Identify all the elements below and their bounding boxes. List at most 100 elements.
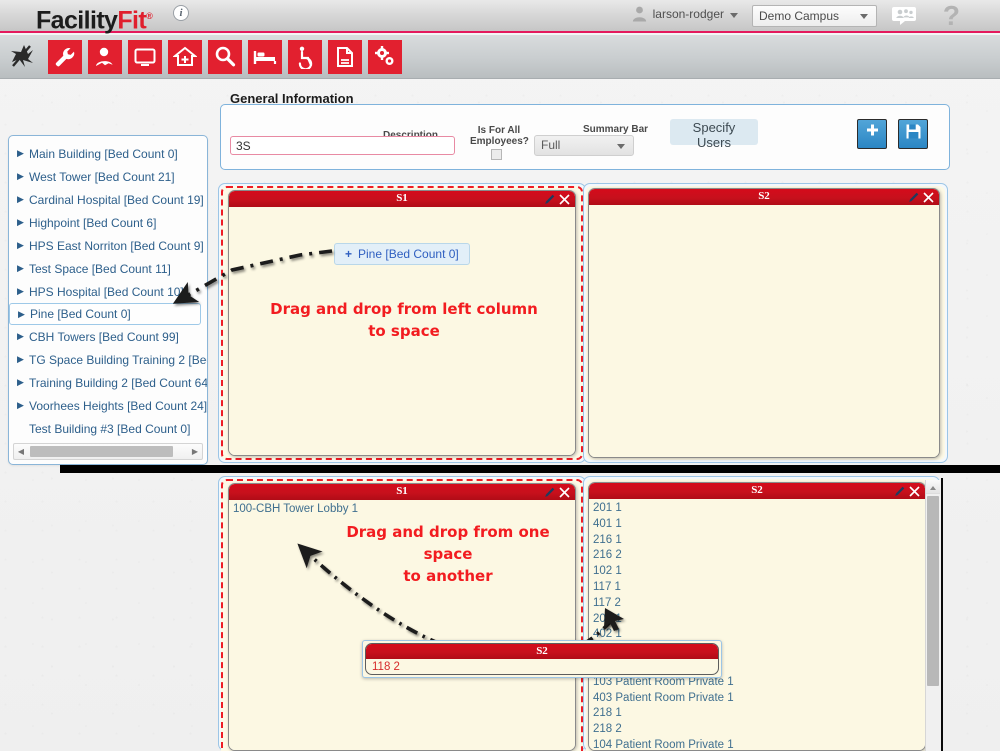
- is-for-all-employees-checkbox[interactable]: [491, 149, 502, 160]
- lower-s2-body[interactable]: 201 1 401 1 216 1 216 2 102 1 117 1 117 2 202 1…: [589, 499, 925, 750]
- campus-select[interactable]: Demo Campus: [752, 5, 877, 27]
- user-menu[interactable]: larson-rodger: [631, 5, 738, 22]
- add-button[interactable]: [857, 119, 887, 149]
- lower-s2-room-item[interactable]: 104 Patient Room Private 1: [593, 738, 925, 750]
- sidebar-item-label: Test Building #3 [Bed Count 0]: [29, 421, 191, 436]
- sidebar-item-10[interactable]: ▶ Training Building 2 [Bed Count 64]: [9, 371, 207, 394]
- expand-arrow-icon[interactable]: ▶: [17, 148, 29, 159]
- question-mark-icon[interactable]: ?: [943, 0, 960, 32]
- sidebar-item-7[interactable]: ▶ Pine [Bed Count 0]: [9, 303, 201, 325]
- expand-arrow-icon[interactable]: ▶: [17, 354, 29, 365]
- summary-bar-label: Summary Bar: [583, 124, 649, 135]
- expand-arrow-icon[interactable]: ▶: [17, 240, 29, 251]
- upper-space-card-s2: S2: [588, 188, 940, 458]
- sidebar-item-11[interactable]: ▶ Voorhees Heights [Bed Count 24]: [9, 394, 207, 417]
- dragged-tree-chip[interactable]: + Pine [Bed Count 0]: [334, 243, 470, 265]
- tree-horizontal-scrollbar[interactable]: ◀ ▶: [13, 443, 203, 460]
- main-toolbar: [0, 35, 1000, 79]
- is-for-all-employees-label: Is For All Employees?: [470, 125, 529, 147]
- bed-icon[interactable]: [248, 40, 282, 74]
- sidebar-item-2[interactable]: ▶ Cardinal Hospital [Bed Count 19]: [9, 188, 207, 211]
- upper-s2-body[interactable]: [589, 205, 939, 457]
- general-information-legend: General Information: [230, 91, 354, 106]
- sidebar-item-label: HPS East Norriton [Bed Count 9]: [29, 238, 204, 253]
- expand-arrow-icon[interactable]: ▶: [18, 309, 30, 320]
- hint-line-1: Drag and drop from left column: [270, 300, 538, 318]
- toolbar-buttons: [48, 40, 402, 74]
- lower-s1-room-item[interactable]: 100-CBH Tower Lobby 1: [233, 502, 575, 518]
- sidebar-item-label: Pine [Bed Count 0]: [30, 307, 131, 321]
- dragging-card-row: 118 2: [372, 661, 400, 673]
- dragging-space-card[interactable]: S2 118 2: [362, 640, 722, 678]
- home-plus-icon[interactable]: [168, 40, 202, 74]
- lower-s2-room-item[interactable]: 102 1: [593, 564, 925, 580]
- lower-s2-room-item[interactable]: 202 1: [593, 612, 925, 628]
- expand-arrow-icon[interactable]: ▶: [17, 194, 29, 205]
- pin-icon[interactable]: [8, 41, 36, 71]
- lower-s2-room-item[interactable]: 401 1: [593, 517, 925, 533]
- expand-arrow-icon[interactable]: ▶: [17, 217, 29, 228]
- scroll-left-arrow[interactable]: ◀: [14, 447, 28, 456]
- sidebar-item-4[interactable]: ▶ HPS East Norriton [Bed Count 9]: [9, 234, 207, 257]
- lower-s2-room-item[interactable]: 403 Patient Room Private 1: [593, 691, 925, 707]
- monitor-icon[interactable]: [128, 40, 162, 74]
- upper-s2-header: S2: [589, 189, 939, 205]
- lower-s2-room-item[interactable]: 216 1: [593, 533, 925, 549]
- upper-s2-title: S2: [758, 190, 770, 202]
- lower-s2-room-item[interactable]: 117 2: [593, 596, 925, 612]
- app-logo: FacilityFit®: [36, 2, 153, 34]
- document-icon[interactable]: [328, 40, 362, 74]
- expand-arrow-icon[interactable]: ▶: [17, 286, 29, 297]
- lower-s2-room-item[interactable]: 117 1: [593, 580, 925, 596]
- scroll-up-arrow[interactable]: [926, 480, 940, 494]
- scrollbar-thumb[interactable]: [927, 496, 939, 686]
- gears-icon[interactable]: [368, 40, 402, 74]
- sidebar-item-label: Cardinal Hospital [Bed Count 19]: [29, 192, 204, 207]
- lower-s2-room-item[interactable]: 216 2: [593, 548, 925, 564]
- lower-region-vertical-scrollbar[interactable]: [925, 480, 940, 751]
- specify-users-button[interactable]: Specify Users: [670, 119, 758, 150]
- magnifier-icon[interactable]: [208, 40, 242, 74]
- sidebar-item-9[interactable]: ▶ TG Space Building Training 2 [Bed C: [9, 348, 207, 371]
- region-right-edge: [941, 478, 943, 751]
- upper-s1-title: S1: [396, 192, 408, 204]
- application-root: FacilityFit® i larson-rodger Demo Campus…: [0, 0, 1000, 751]
- save-button[interactable]: [898, 119, 928, 149]
- hint-drag-from-left-column: Drag and drop from left column to space: [236, 298, 572, 342]
- wheelchair-icon[interactable]: [288, 40, 322, 74]
- dragging-space-card-inner: S2 118 2: [365, 643, 719, 675]
- lower-s2-room-item[interactable]: 201 1: [593, 501, 925, 517]
- expand-arrow-icon[interactable]: ▶: [17, 171, 29, 182]
- hint-line-2: to another: [403, 567, 493, 585]
- expand-arrow-icon[interactable]: ▶: [17, 377, 29, 388]
- description-input[interactable]: [230, 136, 455, 155]
- expand-arrow-icon[interactable]: ▶: [17, 263, 29, 274]
- lower-s2-room-item[interactable]: 218 2: [593, 722, 925, 738]
- expand-arrow-icon[interactable]: ▶: [17, 400, 29, 411]
- sidebar-item-6[interactable]: ▶ HPS Hospital [Bed Count 10]: [9, 280, 207, 303]
- sidebar-item-8[interactable]: ▶ CBH Towers [Bed Count 99]: [9, 325, 207, 348]
- sidebar-item-label: Highpoint [Bed Count 6]: [29, 215, 157, 230]
- sidebar-item-1[interactable]: ▶ West Tower [Bed Count 21]: [9, 165, 207, 188]
- dragging-card-header: S2: [366, 644, 718, 659]
- avatar: [631, 5, 648, 22]
- hint-line-1: Drag and drop from one space: [346, 523, 550, 563]
- scroll-right-arrow[interactable]: ▶: [188, 447, 202, 456]
- sidebar-item-12[interactable]: ▶Test Building #3 [Bed Count 0]: [9, 417, 207, 440]
- person-icon[interactable]: [88, 40, 122, 74]
- sidebar-item-label: Training Building 2 [Bed Count 64]: [29, 375, 207, 390]
- lower-s2-room-item[interactable]: 218 1: [593, 706, 925, 722]
- info-icon[interactable]: i: [173, 5, 189, 21]
- summary-bar-select[interactable]: Full: [534, 135, 634, 156]
- sidebar-item-0[interactable]: ▶ Main Building [Bed Count 0]: [9, 142, 207, 165]
- expand-arrow-icon[interactable]: ▶: [17, 331, 29, 342]
- scrollbar-thumb[interactable]: [30, 446, 173, 457]
- sidebar-item-label: Voorhees Heights [Bed Count 24]: [29, 398, 207, 413]
- sidebar-item-label: Main Building [Bed Count 0]: [29, 146, 178, 161]
- sidebar-item-3[interactable]: ▶ Highpoint [Bed Count 6]: [9, 211, 207, 234]
- hint-drag-space-to-space: Drag and drop from one space to another: [320, 521, 576, 587]
- wrench-icon[interactable]: [48, 40, 82, 74]
- sidebar-item-label: HPS Hospital [Bed Count 10]: [29, 284, 184, 299]
- sidebar-item-5[interactable]: ▶ Test Space [Bed Count 11]: [9, 257, 207, 280]
- users-group-icon[interactable]: [892, 4, 918, 28]
